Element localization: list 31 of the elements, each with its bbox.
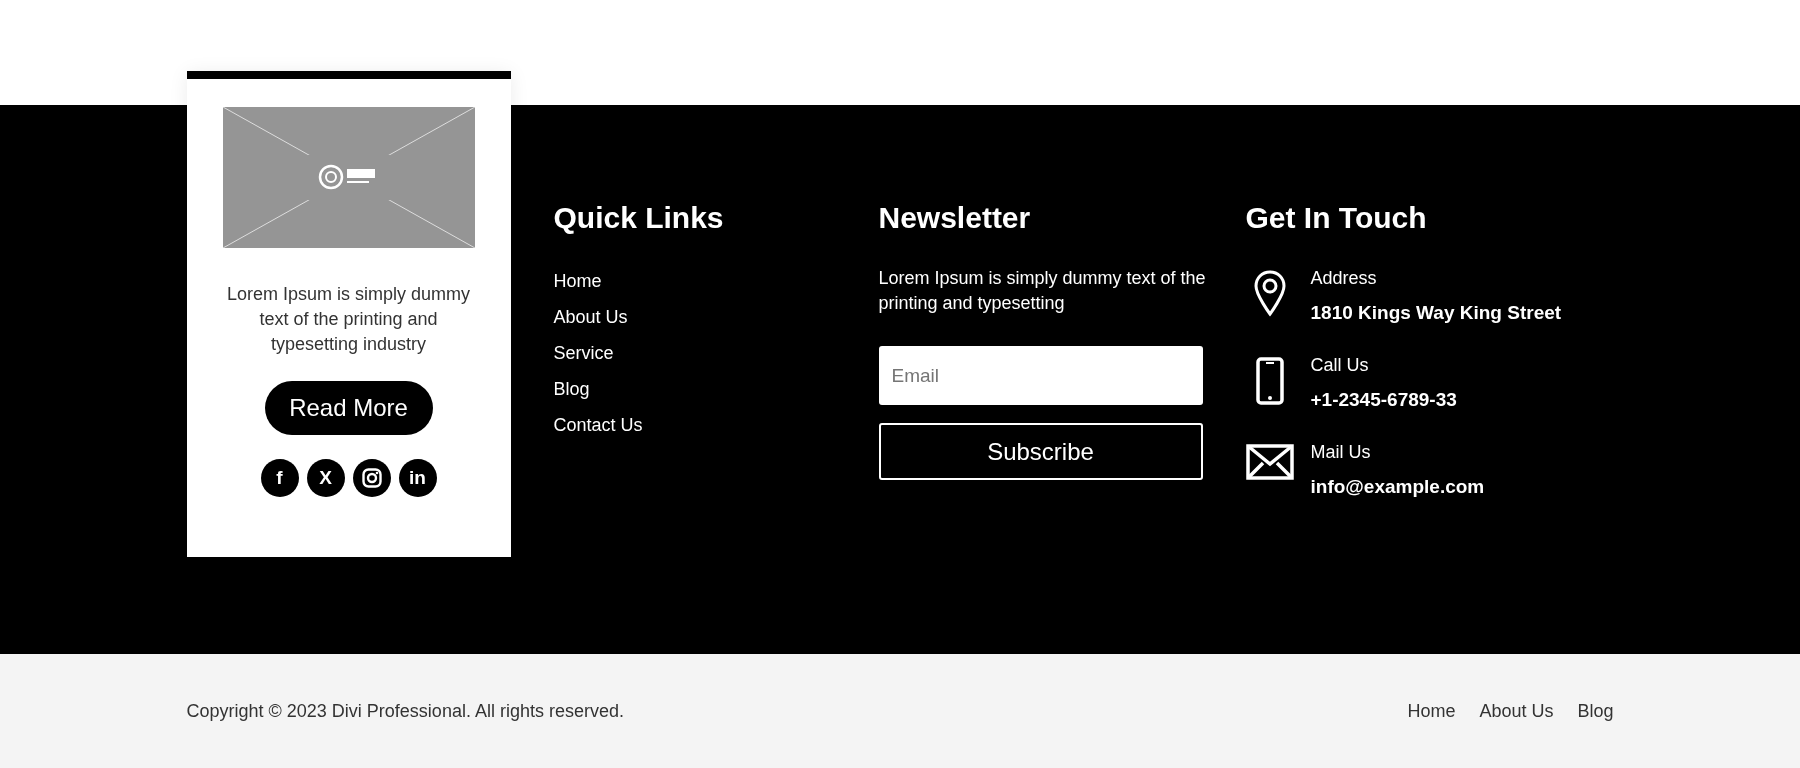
camera-icon (361, 468, 382, 488)
location-pin-icon (1252, 270, 1287, 318)
bottom-link[interactable]: About Us (1479, 697, 1554, 725)
bottom-link[interactable]: Blog (1577, 697, 1614, 725)
description: Lorem Ipsum is simply dummy text of the printing and typesetting industry (226, 283, 471, 356)
footer-link[interactable]: Service (553, 341, 614, 365)
footer-link[interactable]: Home (553, 269, 602, 293)
mail-icon (1245, 444, 1294, 480)
contact-value: info@example.com (1310, 475, 1485, 499)
contact-label: Mail Us (1310, 441, 1372, 464)
subscribe-button[interactable]: Subscribe (878, 423, 1203, 480)
social-link[interactable] (352, 459, 391, 497)
footer-link[interactable]: Contact Us (553, 413, 643, 437)
copyright-text: Copyright © 2023 Divi Professional. All rights reserved. (186, 699, 624, 723)
contact-value: +1-2345-6789-33 (1310, 388, 1457, 412)
footer-link[interactable]: About Us (553, 305, 628, 329)
email-field[interactable]: Email (878, 346, 1203, 405)
bottom-link[interactable]: Home (1407, 697, 1456, 725)
social-link[interactable]: f (260, 459, 299, 497)
column-heading: Newsletter (878, 200, 1032, 236)
social-link[interactable]: X (306, 459, 345, 497)
contact-label: Address (1310, 267, 1378, 290)
column-heading: Quick Links (553, 200, 725, 236)
contact-label: Call Us (1310, 354, 1370, 377)
footer-link[interactable]: Blog (553, 377, 590, 401)
social-link[interactable]: in (398, 459, 437, 497)
newsletter-text: Lorem Ipsum is simply dummy text of the printing and typesetting (878, 267, 1207, 315)
read-more-button[interactable]: Read More (264, 381, 433, 435)
contact-value: 1810 Kings Way King Street (1310, 301, 1562, 325)
column-heading: Get In Touch (1245, 200, 1428, 236)
phone-icon (1255, 357, 1284, 405)
